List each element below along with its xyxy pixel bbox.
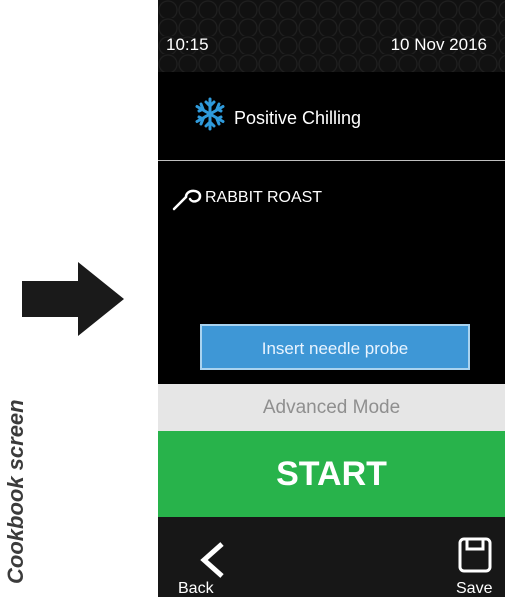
start-button[interactable]: START [158, 431, 505, 517]
cookbook-screen-caption: Cookbook screen [3, 399, 28, 584]
status-bar: 10:15 10 Nov 2016 [158, 0, 505, 72]
mode-label: Positive Chilling [234, 108, 362, 128]
clock-time: 10:15 [166, 35, 209, 54]
back-label[interactable]: Back [178, 580, 214, 597]
insert-needle-probe-button[interactable]: Insert needle probe [200, 324, 470, 370]
save-label[interactable]: Save [456, 580, 492, 597]
recipe-name: RABBIT ROAST [205, 189, 323, 206]
clock-date: 10 Nov 2016 [390, 35, 487, 54]
back-chevron-icon[interactable] [196, 540, 228, 580]
save-floppy-icon[interactable] [458, 537, 492, 573]
snowflake-icon [195, 97, 225, 131]
advanced-mode-button[interactable]: Advanced Mode [158, 384, 505, 431]
right-arrow-icon [22, 262, 124, 336]
probe-hook-icon [172, 189, 202, 211]
device-screen: 10:15 10 Nov 2016 Positive Chilling RABB… [158, 0, 505, 597]
